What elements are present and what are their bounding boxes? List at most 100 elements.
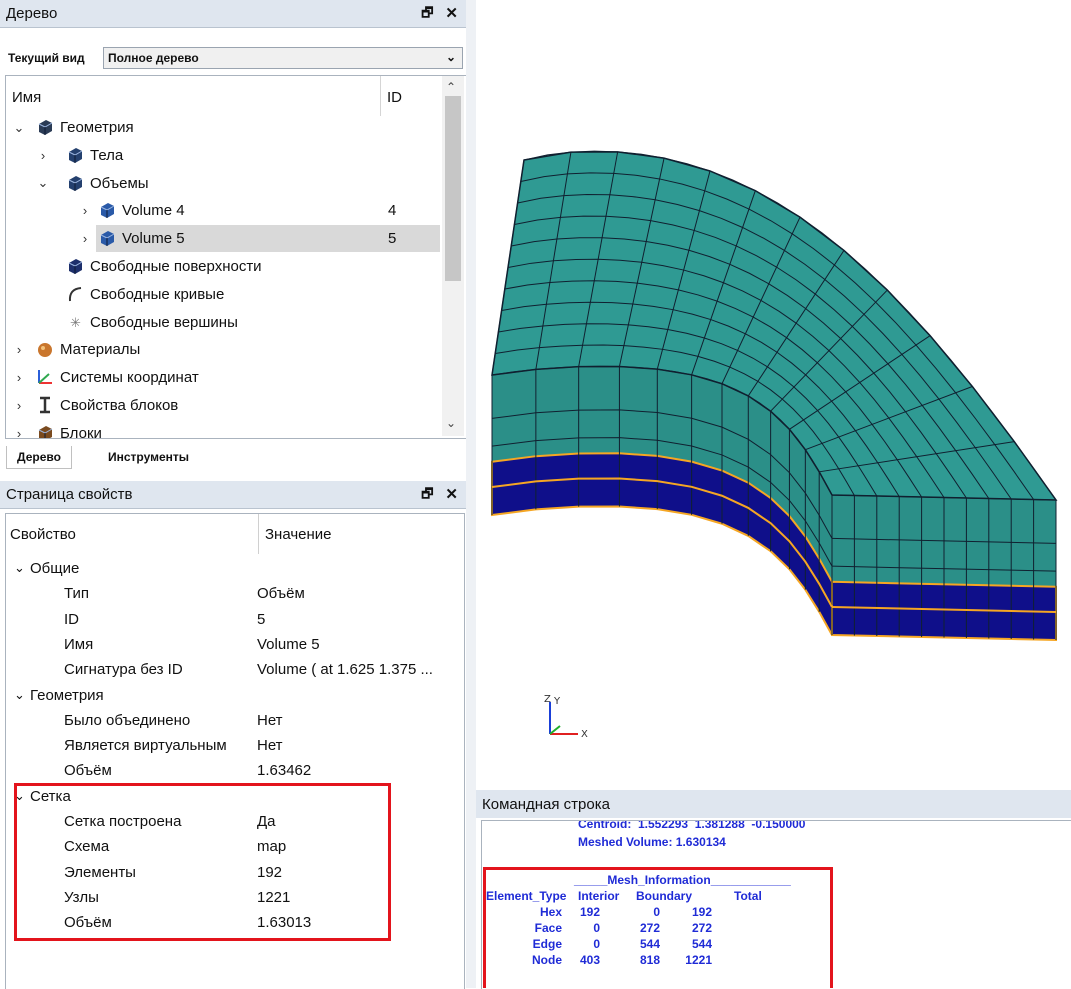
x-axis-label: X xyxy=(581,729,588,740)
tree-item-label: Свойства блоков xyxy=(60,397,179,414)
float-panel-icon[interactable]: 🗗 xyxy=(421,485,433,507)
property-row[interactable]: ID 5 xyxy=(6,611,464,636)
property-value: Нет xyxy=(257,711,283,729)
materials-icon xyxy=(36,340,54,358)
current-view-value: Полное дерево xyxy=(108,51,199,65)
property-row[interactable]: Является виртуальным Нет xyxy=(6,737,464,762)
collapse-arrow-icon[interactable]: ⌄ xyxy=(12,120,26,136)
close-panel-icon[interactable]: ✕ xyxy=(445,4,458,26)
tab-tools[interactable]: Инструменты xyxy=(98,446,199,468)
tree-item-label: Volume 5 xyxy=(122,230,185,248)
expand-arrow-icon[interactable]: › xyxy=(12,398,26,413)
tree-item[interactable]: › Материалы xyxy=(6,336,440,363)
tree-item[interactable]: › Volume 4 4 xyxy=(6,197,440,224)
collapse-arrow-icon[interactable]: ⌄ xyxy=(36,175,50,191)
tree-item[interactable]: ⌄ Объемы xyxy=(6,170,440,197)
expand-arrow-icon[interactable]: › xyxy=(78,231,92,246)
svg-text:✳: ✳ xyxy=(70,315,81,330)
close-panel-icon[interactable]: ✕ xyxy=(445,485,458,507)
collapse-arrow-icon[interactable]: ⌄ xyxy=(14,687,25,703)
geometry-icon xyxy=(36,118,54,136)
property-key: ID xyxy=(64,610,79,628)
current-view-row: Текущий вид Полное дерево ⌄ xyxy=(0,46,466,72)
vertex-icon: ✳ xyxy=(66,313,84,331)
property-group[interactable]: ⌄ Общие xyxy=(6,560,464,585)
chevron-down-icon: ⌄ xyxy=(445,50,456,64)
tree-item-label: Объемы xyxy=(90,174,149,192)
property-key: Является виртуальным xyxy=(64,737,227,755)
property-row[interactable]: Было объединено Нет xyxy=(6,712,464,737)
model-tree[interactable]: Имя ID ⌄ Геометрия › Тела ⌄ Объемы › Volume 4 4 ›… xyxy=(5,75,467,439)
property-key: Объём xyxy=(64,762,112,780)
tree-item[interactable]: Свободные поверхности xyxy=(6,253,440,280)
scroll-thumb[interactable] xyxy=(445,96,461,281)
3d-viewport[interactable]: Z Y X xyxy=(476,0,1071,785)
property-row[interactable]: Имя Volume 5 xyxy=(6,636,464,661)
tree-item[interactable]: › Системы координат xyxy=(6,364,440,391)
property-key: Тип xyxy=(64,585,90,603)
surface-icon xyxy=(66,257,84,275)
tree-item[interactable]: › Свойства блоков xyxy=(6,392,440,419)
mesh-highlight-box xyxy=(14,783,391,941)
tree-item[interactable]: › Блоки xyxy=(6,420,440,439)
expand-arrow-icon[interactable]: › xyxy=(78,203,92,218)
tree-item-id: 5 xyxy=(388,230,397,248)
property-row[interactable]: Сигнатура без ID Volume ( at 1.625 1.375 … xyxy=(6,661,464,686)
col-name-header[interactable]: Имя xyxy=(12,89,41,106)
scroll-down-icon[interactable]: ⌄ xyxy=(446,416,456,430)
y-axis-label: Y xyxy=(553,696,561,707)
coord-system-icon xyxy=(36,368,54,386)
property-value: Объём xyxy=(257,585,305,603)
tree-item[interactable]: › Volume 55 xyxy=(83,225,440,253)
col-property-header[interactable]: Свойство xyxy=(10,526,76,543)
mesh-info-highlight-box xyxy=(483,867,833,988)
tree-item-label: Свободные вершины xyxy=(90,313,238,331)
expand-arrow-icon[interactable]: › xyxy=(36,148,50,163)
tree-item[interactable]: › Тела xyxy=(6,142,440,169)
volume-icon xyxy=(98,229,116,247)
splitter[interactable] xyxy=(466,0,476,988)
tree-scrollbar[interactable]: ⌃ ⌄ xyxy=(442,76,464,436)
tree-item-id: 4 xyxy=(388,202,397,220)
property-key: Сигнатура без ID xyxy=(64,661,183,679)
tree-item-label: Volume 4 xyxy=(122,202,185,220)
tree-item-label: Свободные поверхности xyxy=(90,258,262,275)
col-value-header[interactable]: Значение xyxy=(265,526,332,543)
axis-triad: Z Y X xyxy=(544,694,588,740)
property-key: Имя xyxy=(64,635,94,653)
volumes-icon xyxy=(66,174,84,192)
scroll-up-icon[interactable]: ⌃ xyxy=(446,80,456,94)
y-axis-line xyxy=(549,725,561,735)
tree-item-label: Тела xyxy=(90,146,124,164)
tree-header: Имя ID xyxy=(6,76,441,116)
command-panel-title: Командная строка xyxy=(482,795,610,813)
property-value: Volume ( at 1.625 1.375 ... xyxy=(257,661,433,679)
property-value: Нет xyxy=(257,737,283,755)
tree-item[interactable]: ✳ Свободные вершины xyxy=(6,309,440,336)
curve-icon xyxy=(66,285,84,303)
expand-arrow-icon[interactable]: › xyxy=(12,342,26,357)
collapse-arrow-icon[interactable]: ⌄ xyxy=(14,560,25,576)
col-id-header[interactable]: ID xyxy=(387,89,402,106)
property-value: 1.63462 xyxy=(257,762,312,780)
z-axis-label: Z xyxy=(544,694,551,705)
tree-tabs: Дерево Инструменты xyxy=(0,446,466,470)
tree-item-label: Блоки xyxy=(60,424,102,439)
expand-arrow-icon[interactable]: › xyxy=(12,370,26,385)
float-panel-icon[interactable]: 🗗 xyxy=(421,4,433,26)
tab-tree[interactable]: Дерево xyxy=(6,446,72,469)
volume-icon xyxy=(98,201,116,219)
properties-panel-title-bar: Страница свойств 🗗 ✕ xyxy=(0,481,466,509)
tree-item[interactable]: ⌄ Геометрия xyxy=(6,114,440,141)
property-row[interactable]: Тип Объём xyxy=(6,585,464,610)
meshed-volume-model[interactable] xyxy=(476,0,1071,785)
meshed-volume-line: Meshed Volume: 1.630134 xyxy=(578,835,726,849)
tree-item[interactable]: Свободные кривые xyxy=(6,281,440,308)
property-value: Volume 5 xyxy=(257,635,320,653)
property-group[interactable]: ⌄ Геометрия xyxy=(6,687,464,712)
expand-arrow-icon[interactable]: › xyxy=(12,426,26,438)
centroid-line: Centroid: 1.552293 1.381288 -0.150000 xyxy=(578,820,806,831)
current-view-select[interactable]: Полное дерево ⌄ xyxy=(103,47,463,69)
tree-item-label: Свободные кривые xyxy=(90,285,225,303)
property-key: Было объединено xyxy=(64,711,191,729)
